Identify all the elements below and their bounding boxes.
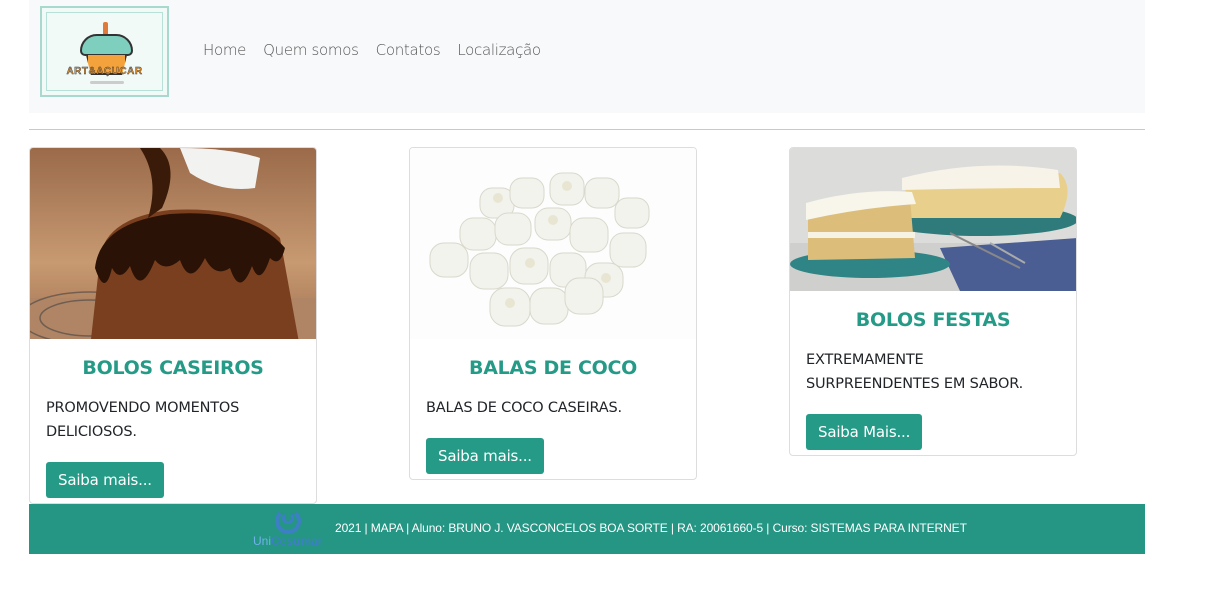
card-text: BALAS DE COCO CASEIRAS. <box>426 400 622 416</box>
saiba-mais-button[interactable]: Saiba Mais... <box>806 414 923 450</box>
footer-text: 2021 | MAPA | Aluno: BRUNO J. VASCONCELO… <box>335 521 967 535</box>
divider <box>29 129 1145 130</box>
party-cake-image <box>790 148 1076 291</box>
card-text: PROMOVENDO MOMENTOS DELICIOSOS. <box>46 400 240 440</box>
card-title: BALAS DE COCO <box>469 357 637 379</box>
logo-text: ART&AÇUCAR <box>66 66 143 77</box>
card-bolos-festas: BOLOS FESTAS EXTREMAMENTE SURPREENDENTES… <box>789 147 1077 456</box>
chocolate-cake-image <box>30 148 316 339</box>
logo-tagline <box>90 81 124 84</box>
unicesumar-logo: UniCesumar <box>253 506 323 550</box>
nav-quem-somos[interactable]: Quem somos <box>263 41 359 59</box>
saiba-mais-button[interactable]: Saiba mais... <box>426 438 544 474</box>
unicesumar-wordmark: UniCesumar <box>253 534 323 548</box>
footer: UniCesumar 2021 | MAPA | Aluno: BRUNO J.… <box>29 504 1145 554</box>
cupcake-frosting-icon <box>80 34 133 56</box>
card-title: BOLOS FESTAS <box>855 309 1011 331</box>
card-text: EXTREMAMENTE SURPREENDENTES EM SABOR. <box>806 352 1024 392</box>
card-balas-de-coco: BALAS DE COCO BALAS DE COCO CASEIRAS. Sa… <box>409 147 697 480</box>
nav-contatos[interactable]: Contatos <box>376 41 441 59</box>
nav-localizacao[interactable]: Localização <box>457 41 541 59</box>
card-title: BOLOS CASEIROS <box>82 357 264 379</box>
navbar: ART&AÇUCAR Home Quem somos Contatos Loca… <box>29 0 1145 113</box>
coconut-candy-image <box>410 148 696 339</box>
unicesumar-inner-ring-icon <box>282 512 294 524</box>
nav-home[interactable]: Home <box>203 41 246 59</box>
saiba-mais-button[interactable]: Saiba mais... <box>46 462 164 498</box>
brand-logo[interactable]: ART&AÇUCAR <box>40 6 169 97</box>
card-bolos-caseiros: BOLOS CASEIROS PROMOVENDO MOMENTOS DELIC… <box>29 147 317 504</box>
main-nav: Home Quem somos Contatos Localização <box>203 41 541 59</box>
